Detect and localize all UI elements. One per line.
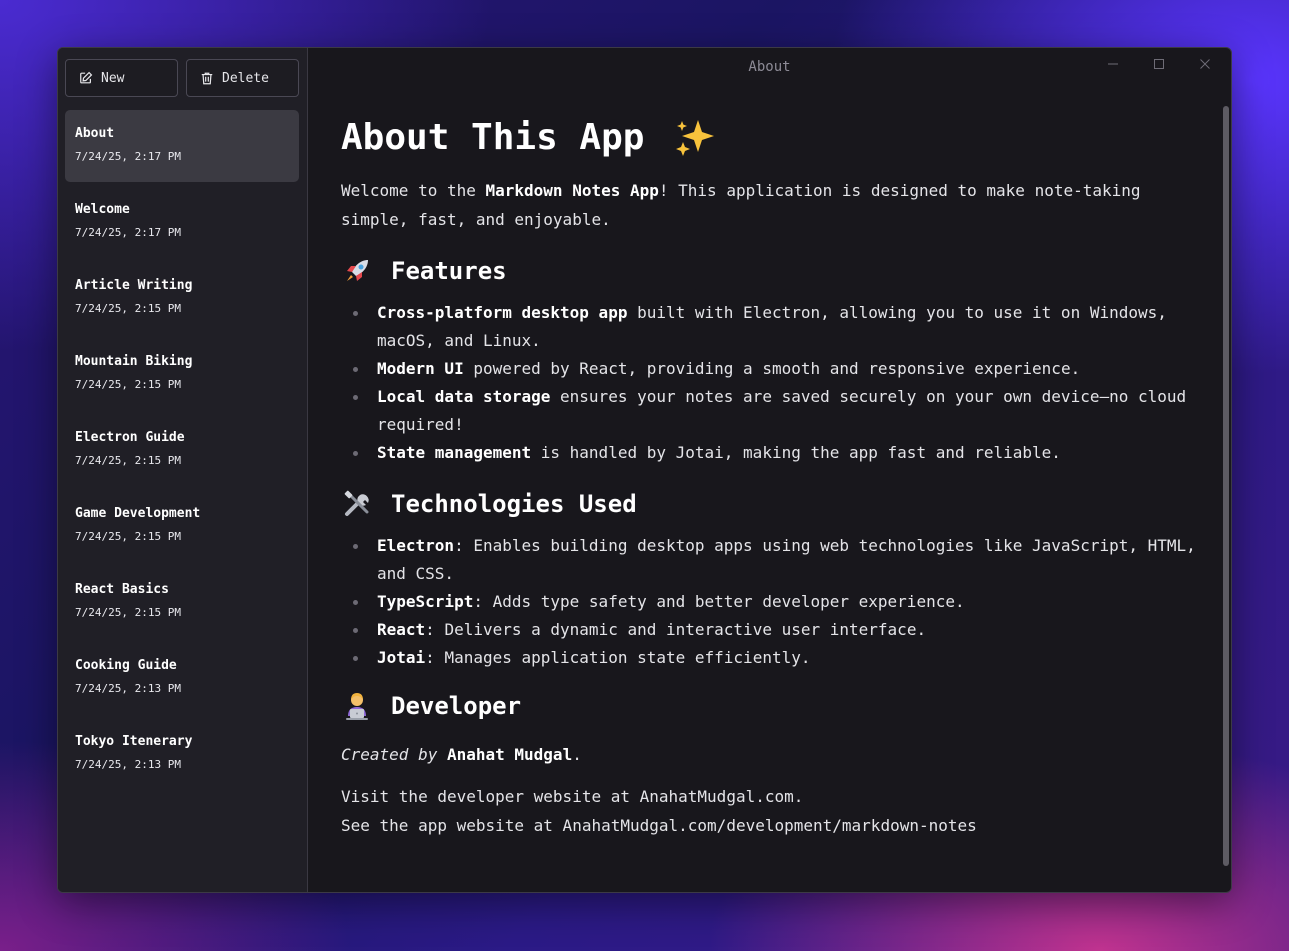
list-item-text: : Enables building desktop apps using we… <box>377 536 1196 583</box>
note-item-cooking-guide[interactable]: Cooking Guide 7/24/25, 2:13 PM <box>65 642 299 714</box>
trash-icon <box>200 71 214 86</box>
list-item-text: : Adds type safety and better developer … <box>473 592 965 611</box>
list-item: React: Delivers a dynamic and interactiv… <box>353 616 1201 644</box>
window-controls <box>1101 54 1217 74</box>
note-item-game-development[interactable]: Game Development 7/24/25, 2:15 PM <box>65 490 299 562</box>
note-title: Tokyo Itenerary <box>75 734 193 749</box>
visit-line: Visit the developer website at AnahatMud… <box>341 787 804 806</box>
list-item: TypeScript: Adds type safety and better … <box>353 588 1201 616</box>
sidebar: New Delete About 7/24/25, 2:17 PM Welcom… <box>58 48 308 892</box>
note-date: 7/24/25, 2:15 PM <box>75 454 181 467</box>
note-date: 7/24/25, 2:13 PM <box>75 758 181 771</box>
technologies-list: Electron: Enables building desktop apps … <box>341 532 1201 672</box>
technologist-icon <box>341 690 373 722</box>
note-title: React Basics <box>75 582 169 597</box>
intro-paragraph: Welcome to the Markdown Notes App! This … <box>341 176 1201 234</box>
note-item-article-writing[interactable]: Article Writing 7/24/25, 2:15 PM <box>65 262 299 334</box>
heading-technologies: Technologies Used <box>341 484 1201 524</box>
created-by-paragraph: Created by Anahat Mudgal. <box>341 740 1201 769</box>
list-item-bold: TypeScript <box>377 592 474 611</box>
close-icon[interactable] <box>1193 54 1217 74</box>
note-title: Mountain Biking <box>75 354 193 369</box>
note-item-about[interactable]: About 7/24/25, 2:17 PM <box>65 110 299 182</box>
window-title: About <box>748 59 791 75</box>
note-item-mountain-biking[interactable]: Mountain Biking 7/24/25, 2:15 PM <box>65 338 299 410</box>
app-window: New Delete About 7/24/25, 2:17 PM Welcom… <box>57 47 1232 893</box>
heading-developer: Developer <box>341 686 1201 726</box>
new-note-label: New <box>101 70 125 86</box>
scrollbar[interactable] <box>1223 106 1229 866</box>
features-heading-text: Features <box>391 257 507 285</box>
note-date: 7/24/25, 2:15 PM <box>75 378 181 391</box>
minimize-icon[interactable] <box>1101 54 1125 74</box>
list-item: Cross-platform desktop app built with El… <box>353 299 1201 355</box>
list-item-text: : Manages application state efficiently. <box>425 648 811 667</box>
sparkles-icon <box>674 118 718 158</box>
intro-text: Welcome to the <box>341 181 486 200</box>
list-item-text: powered by React, providing a smooth and… <box>463 359 1081 378</box>
list-item-bold: Jotai <box>377 648 426 667</box>
heading-features: Features <box>341 251 1201 291</box>
note-list: About 7/24/25, 2:17 PM Welcome 7/24/25, … <box>65 110 299 794</box>
note-date: 7/24/25, 2:17 PM <box>75 150 181 163</box>
note-title: About <box>75 126 115 141</box>
list-item-bold: State management <box>377 443 532 462</box>
note-title: Game Development <box>75 506 201 521</box>
note-title: Electron Guide <box>75 430 185 445</box>
maximize-icon[interactable] <box>1147 54 1171 74</box>
app-website-line: See the app website at AnahatMudgal.com/… <box>341 816 977 835</box>
list-item: Modern UI powered by React, providing a … <box>353 355 1201 383</box>
heading-about-this-app: About This App <box>341 108 1201 168</box>
list-item-text: : Delivers a dynamic and interactive use… <box>425 620 927 639</box>
note-date: 7/24/25, 2:15 PM <box>75 530 181 543</box>
created-suffix: . <box>572 745 582 764</box>
list-item-text: is handled by Jotai, making the app fast… <box>531 443 1061 462</box>
note-item-tokyo-itenerary[interactable]: Tokyo Itenerary 7/24/25, 2:13 PM <box>65 718 299 790</box>
developer-heading-text: Developer <box>391 692 522 720</box>
list-item: Electron: Enables building desktop apps … <box>353 532 1201 588</box>
rocket-icon <box>341 255 373 287</box>
new-note-button[interactable]: New <box>65 59 178 97</box>
features-list: Cross-platform desktop app built with El… <box>341 299 1201 467</box>
note-date: 7/24/25, 2:15 PM <box>75 606 181 619</box>
delete-note-label: Delete <box>222 70 269 86</box>
delete-note-button[interactable]: Delete <box>186 59 299 97</box>
tech-heading-text: Technologies Used <box>391 490 637 518</box>
note-date: 7/24/25, 2:13 PM <box>75 682 181 695</box>
markdown-editor[interactable]: About This App Welcome to the Markdown N… <box>341 108 1201 840</box>
list-item: State management is handled by Jotai, ma… <box>353 439 1201 467</box>
list-item-bold: Local data storage <box>377 387 551 406</box>
list-item-bold: Electron <box>377 536 455 555</box>
note-item-welcome[interactable]: Welcome 7/24/25, 2:17 PM <box>65 186 299 258</box>
note-date: 7/24/25, 2:17 PM <box>75 226 181 239</box>
list-item: Local data storage ensures your notes ar… <box>353 383 1201 439</box>
toolbar: New Delete <box>65 59 299 97</box>
intro-bold: Markdown Notes App <box>485 181 659 200</box>
list-item-bold: Modern UI <box>377 359 464 378</box>
list-item-bold: Cross-platform desktop app <box>377 303 628 322</box>
developer-name: Anahat Mudgal <box>446 745 573 764</box>
tools-icon <box>341 488 373 520</box>
note-item-electron-guide[interactable]: Electron Guide 7/24/25, 2:15 PM <box>65 414 299 486</box>
note-title: Welcome <box>75 202 130 217</box>
created-by-label: Created by <box>341 745 438 764</box>
page-title: About This App <box>341 117 645 158</box>
note-title: Article Writing <box>75 278 193 293</box>
note-date: 7/24/25, 2:15 PM <box>75 302 181 315</box>
note-title: Cooking Guide <box>75 658 177 673</box>
new-note-icon <box>79 71 93 85</box>
note-item-react-basics[interactable]: React Basics 7/24/25, 2:15 PM <box>65 566 299 638</box>
list-item: Jotai: Manages application state efficie… <box>353 644 1201 672</box>
list-item-bold: React <box>377 620 426 639</box>
